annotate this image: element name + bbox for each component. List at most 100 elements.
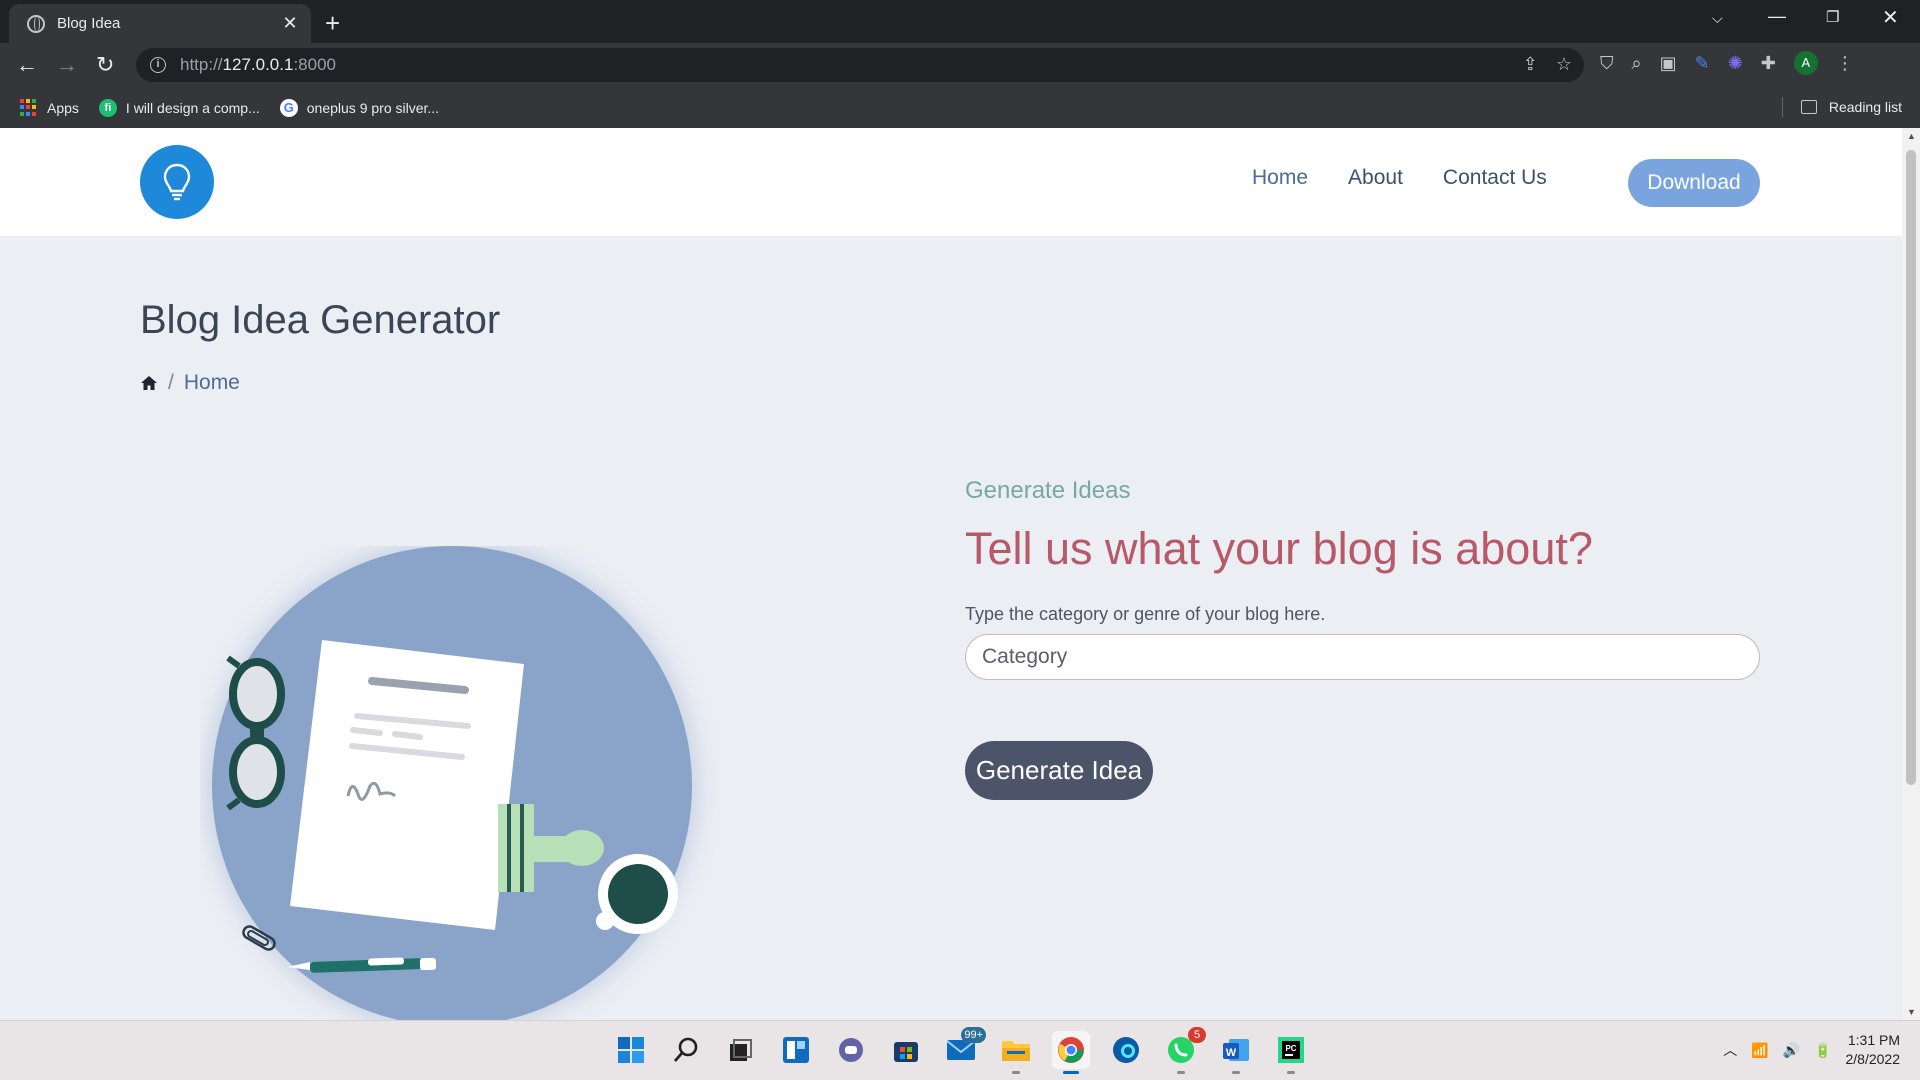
bookmark-apps[interactable]: Apps — [20, 98, 79, 117]
bookmark-label: oneplus 9 pro silver... — [306, 99, 440, 116]
taskbar-pycharm[interactable]: PC — [1272, 1031, 1310, 1074]
share-icon[interactable]: ⇪ — [1523, 54, 1538, 75]
start-button[interactable] — [612, 1031, 650, 1069]
extensions-bar: ⛉ ⌕ ▣ ✎ ✺ ✚ A ⋮ — [1600, 51, 1854, 75]
nav-home[interactable]: Home — [1252, 166, 1308, 190]
reading-list-icon — [1800, 100, 1817, 114]
svg-text:W: W — [1226, 1047, 1237, 1059]
reading-list-label: Reading list — [1828, 99, 1902, 115]
puzzle-extensions-icon[interactable]: ✚ — [1761, 53, 1776, 74]
browser-chrome: Blog Idea ✕ + ⌵ — ❐ ✕ ← → ↻ i http://127… — [0, 0, 1920, 128]
taskbar-mail[interactable]: 99+ — [942, 1027, 986, 1069]
site-header: Home About Contact Us Download — [0, 128, 1902, 236]
section-eyebrow: Generate Ideas — [965, 477, 1131, 504]
running-indicator — [1232, 1071, 1240, 1074]
bookmark-fiverr[interactable]: fi I will design a comp... — [98, 98, 260, 117]
tray-overflow-icon[interactable]: ︿ — [1723, 1040, 1737, 1060]
new-tab-icon[interactable]: + — [325, 8, 340, 39]
scrollbar-thumb[interactable] — [1906, 150, 1916, 785]
folder-icon — [1002, 1041, 1030, 1061]
taskbar-widgets[interactable] — [777, 1031, 815, 1069]
address-bar[interactable]: i http://127.0.0.1:8000 ⇪ ☆ — [136, 48, 1584, 82]
omnibox-actions: ⇪ ☆ — [1523, 54, 1572, 75]
pycharm-icon: PC — [1278, 1037, 1304, 1063]
tab-title: Blog Idea — [57, 15, 121, 32]
restore-icon[interactable]: ❐ — [1826, 8, 1839, 26]
form-headline: Tell us what your blog is about? — [965, 523, 1593, 574]
taskbar-edge[interactable] — [1107, 1031, 1145, 1069]
taskbar-whatsapp[interactable]: 5 — [1162, 1027, 1206, 1074]
bookmark-star-icon[interactable]: ☆ — [1556, 54, 1572, 75]
page-scrollbar[interactable]: ▲ ▼ — [1902, 128, 1920, 1020]
volume-icon[interactable]: 🔊 — [1783, 1042, 1800, 1059]
page-title: Blog Idea Generator — [140, 298, 501, 342]
breadcrumb-separator: / — [168, 371, 174, 394]
mail-badge: 99+ — [961, 1027, 986, 1043]
scroll-down-icon[interactable]: ▼ — [1907, 1007, 1916, 1017]
desk-illustration — [208, 546, 696, 1020]
tab-search-icon[interactable]: ⌵ — [1712, 10, 1723, 27]
bookmark-label: Apps — [47, 99, 79, 116]
menu-kebab-icon[interactable]: ⋮ — [1836, 53, 1854, 74]
chat-icon — [839, 1038, 863, 1062]
chrome-icon — [1058, 1037, 1084, 1063]
snowflake-extension-icon[interactable]: ✺ — [1728, 53, 1743, 74]
taskbar-store[interactable] — [887, 1031, 925, 1069]
back-icon[interactable]: ← — [16, 52, 38, 78]
generate-idea-button[interactable]: Generate Idea — [965, 741, 1153, 800]
scroll-up-icon[interactable]: ▲ — [1907, 131, 1916, 141]
taskbar-search[interactable] — [667, 1031, 705, 1069]
taskbar-word[interactable]: W — [1217, 1031, 1255, 1074]
close-window-icon[interactable]: ✕ — [1882, 5, 1899, 30]
screen-extension-icon[interactable]: ▣ — [1660, 53, 1677, 74]
breadcrumb-home[interactable]: Home — [184, 371, 240, 395]
wifi-icon[interactable]: 📶 — [1751, 1042, 1768, 1059]
home-icon[interactable] — [140, 374, 158, 392]
bookmark-label: I will design a comp... — [125, 99, 260, 116]
nav-contact[interactable]: Contact Us — [1443, 166, 1547, 190]
pen-extension-icon[interactable]: ✎ — [1695, 53, 1710, 74]
minimize-icon[interactable]: — — [1768, 6, 1786, 27]
lightbulb-icon — [163, 163, 191, 201]
widgets-icon — [783, 1037, 809, 1063]
taskbar-apps: 99+ 5 W PC — [612, 1027, 1310, 1074]
close-tab-icon[interactable]: ✕ — [281, 13, 299, 34]
taskbar-task-view[interactable] — [722, 1031, 760, 1069]
taskbar-chrome[interactable] — [1052, 1031, 1090, 1074]
clock-time: 1:31 PM — [1847, 1032, 1900, 1048]
browser-tab[interactable]: Blog Idea ✕ — [9, 4, 311, 43]
battery-icon[interactable]: 🔋 — [1814, 1042, 1831, 1059]
running-indicator — [1287, 1071, 1295, 1074]
reading-list-button[interactable]: Reading list — [1800, 99, 1902, 115]
windows-start-icon — [618, 1037, 644, 1063]
webpage: Home About Contact Us Download Blog Idea… — [0, 128, 1902, 1020]
download-button[interactable]: Download — [1628, 159, 1760, 207]
taskbar-clock[interactable]: 1:31 PM 2/8/2022 — [1846, 1031, 1901, 1069]
category-input[interactable] — [965, 634, 1760, 680]
bookmark-google[interactable]: G oneplus 9 pro silver... — [279, 98, 440, 117]
running-indicator — [1063, 1071, 1079, 1074]
browser-toolbar: ← → ↻ i http://127.0.0.1:8000 ⇪ ☆ ⛉ ⌕ ▣ … — [0, 43, 1920, 87]
shield-extension-icon[interactable]: ⛉ — [1600, 53, 1614, 74]
category-label: Type the category or genre of your blog … — [965, 604, 1326, 624]
zoom-extension-icon[interactable]: ⌕ — [1632, 53, 1642, 74]
svg-text:PC: PC — [1285, 1044, 1296, 1053]
taskbar-file-explorer[interactable] — [997, 1031, 1035, 1074]
edge-icon — [1113, 1037, 1139, 1063]
forward-icon[interactable]: → — [56, 52, 78, 78]
nav-about[interactable]: About — [1348, 166, 1403, 190]
breadcrumb: / Home — [140, 371, 240, 395]
apps-grid-icon — [20, 98, 38, 117]
taskbar-teams-chat[interactable] — [832, 1031, 870, 1069]
whatsapp-badge: 5 — [1188, 1027, 1206, 1043]
reload-icon[interactable]: ↻ — [96, 52, 114, 78]
profile-avatar[interactable]: A — [1793, 51, 1818, 75]
fiverr-icon: fi — [98, 98, 117, 117]
site-info-icon[interactable]: i — [150, 57, 166, 73]
site-logo[interactable] — [140, 145, 214, 219]
task-view-icon — [730, 1039, 752, 1061]
bookmarks-divider — [1782, 97, 1783, 117]
url-protocol: http:// — [180, 55, 223, 74]
running-indicator — [1177, 1071, 1185, 1074]
search-icon — [673, 1037, 698, 1062]
